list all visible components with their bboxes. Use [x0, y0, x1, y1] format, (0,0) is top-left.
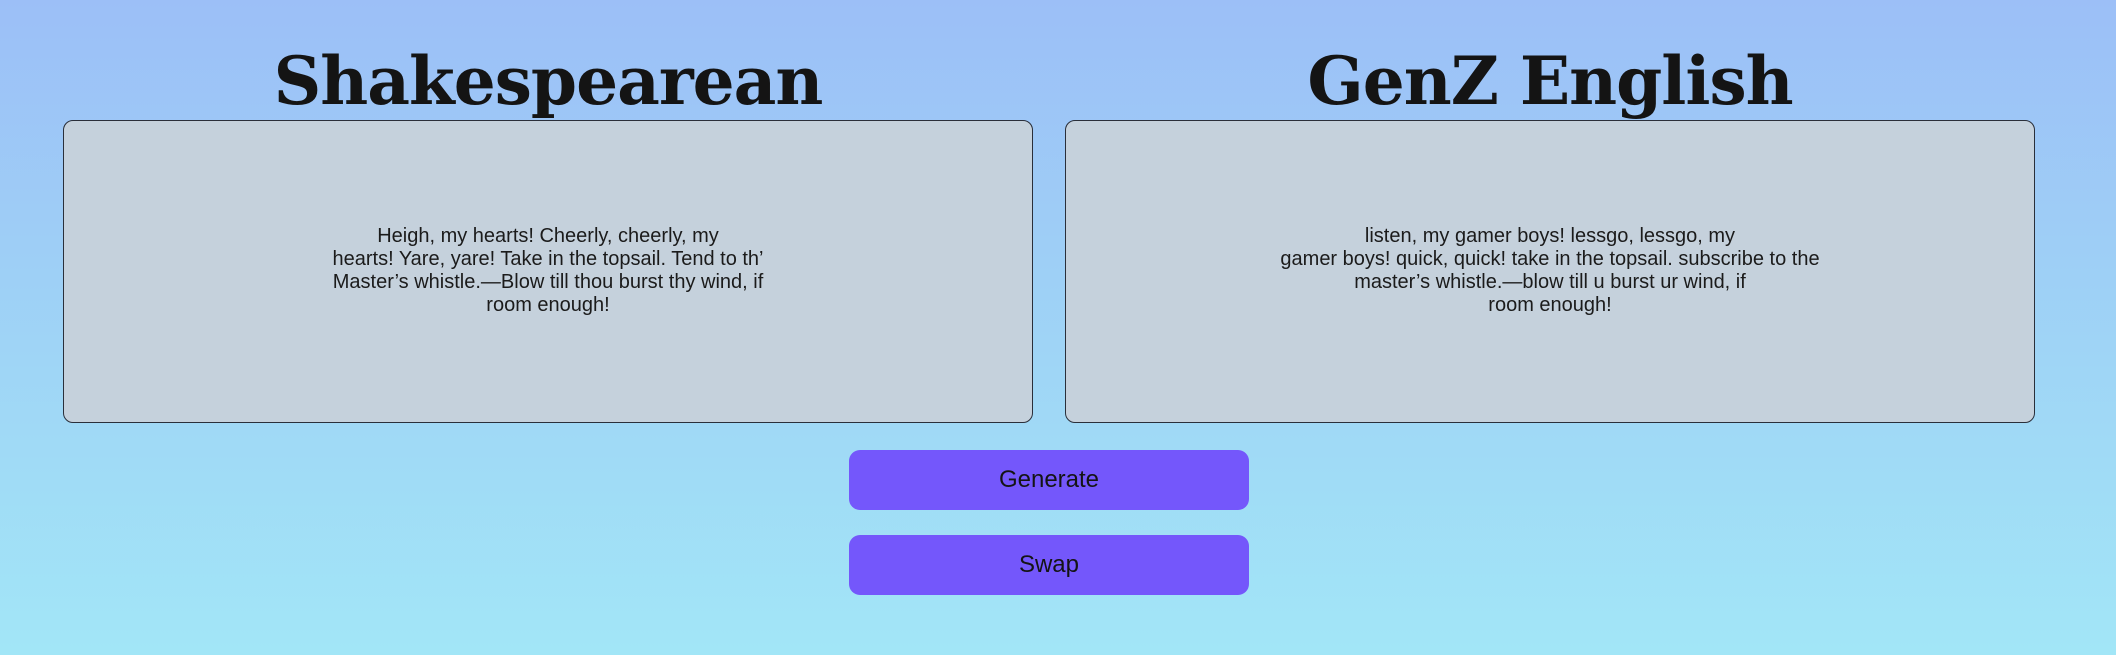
shakespearean-title: Shakespearean	[273, 42, 824, 120]
text-line: master’s whistle.—blow till u burst ur w…	[1354, 270, 1746, 293]
text-line: room enough!	[1488, 293, 1612, 316]
genz-english-text: listen, my gamer boys! lessgo, lessgo, m…	[1270, 225, 1830, 317]
text-line: Heigh, my hearts! Cheerly, cheerly, my	[377, 224, 719, 247]
text-line: Master’s whistle.—Blow till thou burst t…	[332, 270, 764, 293]
genz-english-textarea[interactable]: listen, my gamer boys! lessgo, lessgo, m…	[1065, 120, 2035, 423]
shakespearean-text: Heigh, my hearts! Cheerly, cheerly, my h…	[328, 225, 768, 317]
text-line: listen, my gamer boys! lessgo, lessgo, m…	[1364, 224, 1736, 247]
generate-button[interactable]: Generate	[849, 450, 1249, 510]
text-line: gamer boys! quick, quick! take in the to…	[1280, 247, 1820, 270]
genz-english-title: GenZ English	[1307, 42, 1793, 120]
shakespearean-textarea[interactable]: Heigh, my hearts! Cheerly, cheerly, my h…	[63, 120, 1033, 423]
text-line: room enough!	[486, 293, 610, 316]
text-line: hearts! Yare, yare! Take in the topsail.…	[332, 247, 764, 270]
swap-button[interactable]: Swap	[849, 535, 1249, 595]
